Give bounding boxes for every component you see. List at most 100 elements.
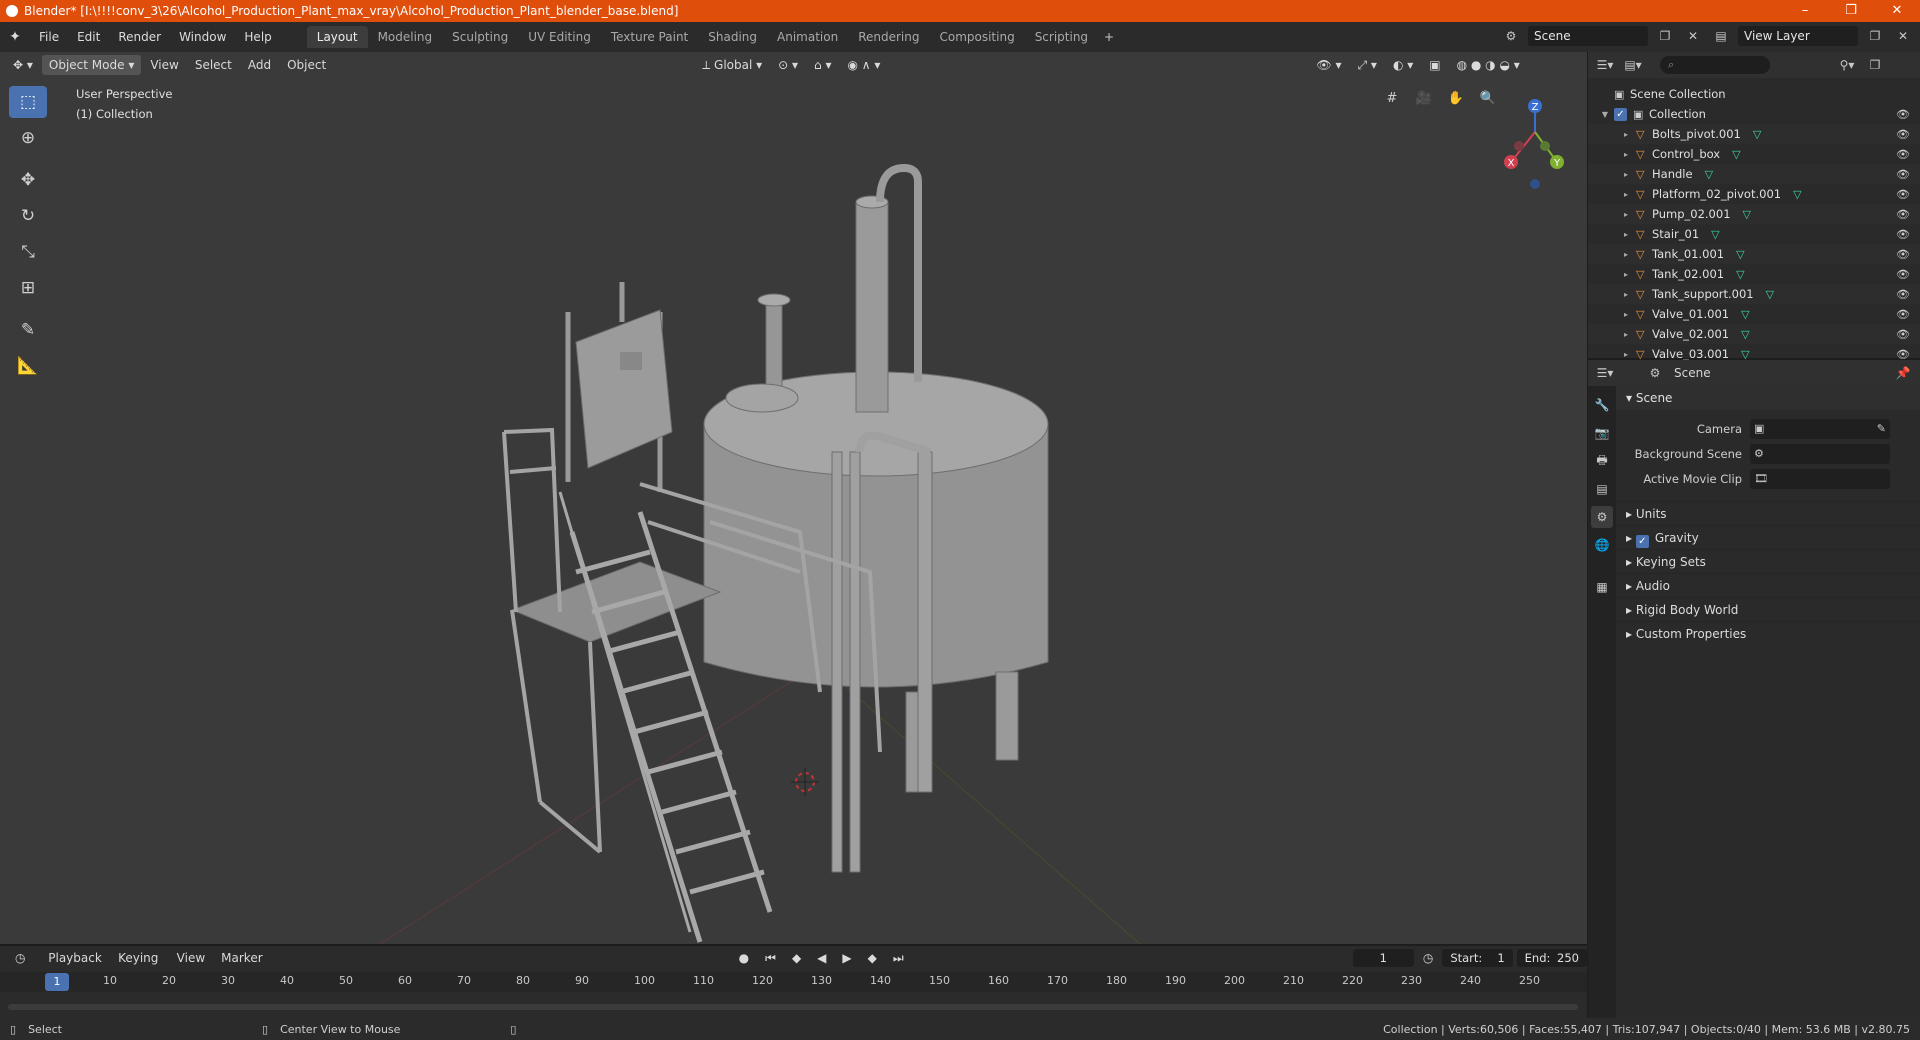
texture-tab-icon[interactable]: ▦ bbox=[1591, 576, 1613, 598]
current-frame-field[interactable]: 1 bbox=[1352, 949, 1414, 967]
visibility-eye-icon[interactable]: 👁 bbox=[1896, 228, 1910, 241]
new-collection-icon[interactable]: ❐ bbox=[1864, 55, 1886, 75]
jump-end-icon[interactable]: ⏭ bbox=[886, 948, 911, 968]
outliner-item[interactable]: ▸ ▽ Valve_01.001 ▽ 👁 bbox=[1588, 304, 1920, 324]
gravity-panel[interactable]: ▸ ✓ Gravity bbox=[1616, 525, 1920, 549]
prev-keyframe-icon[interactable]: ◆ bbox=[785, 948, 808, 968]
timeline-ruler[interactable]: 1 10 20 30 40 50 60 70 80 90 100 110 120 130 140 150 16… bbox=[0, 972, 1587, 992]
outliner-collection[interactable]: ▼ ✓ ▣ Collection 👁 bbox=[1588, 104, 1920, 124]
outliner-item[interactable]: ▸ ▽ Tank_support.001 ▽ 👁 bbox=[1588, 284, 1920, 304]
remove-scene-icon[interactable]: ✕ bbox=[1682, 26, 1704, 46]
outliner-item[interactable]: ▸ ▽ Pump_02.001 ▽ 👁 bbox=[1588, 204, 1920, 224]
visibility-eye-icon[interactable]: 👁 bbox=[1896, 208, 1910, 221]
eyedropper-icon[interactable]: ✎ bbox=[1877, 422, 1890, 435]
close-button[interactable]: ✕ bbox=[1874, 0, 1920, 22]
maximize-button[interactable]: ❐ bbox=[1828, 0, 1874, 22]
units-panel[interactable]: ▸ Units bbox=[1616, 501, 1920, 525]
visibility-eye-icon[interactable]: 👁 bbox=[1896, 348, 1910, 361]
remove-view-layer-icon[interactable]: ✕ bbox=[1892, 26, 1914, 46]
outliner-item[interactable]: ▸ ▽ Valve_02.001 ▽ 👁 bbox=[1588, 324, 1920, 344]
tab-animation[interactable]: Animation bbox=[767, 26, 848, 48]
timeline-view-menu[interactable]: View bbox=[170, 948, 212, 968]
outliner-item[interactable]: ▸ ▽ Handle ▽ 👁 bbox=[1588, 164, 1920, 184]
start-frame-field[interactable]: Start: 1 bbox=[1442, 949, 1513, 967]
filter-icon[interactable]: ⚲▾ bbox=[1836, 55, 1858, 75]
minimize-button[interactable]: – bbox=[1782, 0, 1828, 22]
scene-icon[interactable]: ⚙ bbox=[1500, 26, 1522, 46]
display-mode-icon[interactable]: ▤▾ bbox=[1622, 55, 1644, 75]
playhead[interactable]: 1 bbox=[45, 973, 69, 991]
visibility-eye-icon[interactable]: 👁 bbox=[1896, 168, 1910, 181]
view-layer-tab-icon[interactable]: ▤ bbox=[1591, 478, 1613, 500]
record-icon[interactable]: ● bbox=[732, 948, 756, 968]
playback-menu[interactable]: Playback ▾ bbox=[41, 948, 109, 985]
scene-panel-header[interactable]: ▾ Scene bbox=[1616, 386, 1920, 410]
expand-item-icon[interactable]: ▸ bbox=[1588, 290, 1636, 299]
outliner-item[interactable]: ▸ ▽ Stair_01 ▽ 👁 bbox=[1588, 224, 1920, 244]
collection-eye-icon[interactable]: 👁 bbox=[1896, 108, 1910, 121]
world-tab-icon[interactable]: 🌐 bbox=[1591, 534, 1613, 556]
scene-tab-icon[interactable]: ⚙ bbox=[1591, 506, 1613, 528]
outliner-item[interactable]: ▸ ▽ Tank_01.001 ▽ 👁 bbox=[1588, 244, 1920, 264]
keying-menu[interactable]: Keying ▾ bbox=[111, 948, 168, 985]
outliner-editor-icon[interactable]: ☰▾ bbox=[1594, 55, 1616, 75]
tab-rendering[interactable]: Rendering bbox=[848, 26, 929, 48]
clock-icon[interactable]: ◷ bbox=[1416, 948, 1440, 968]
expand-item-icon[interactable]: ▸ bbox=[1588, 130, 1636, 139]
custom-properties-panel[interactable]: ▸ Custom Properties bbox=[1616, 621, 1920, 645]
marker-menu[interactable]: Marker bbox=[214, 948, 269, 968]
audio-panel[interactable]: ▸ Audio bbox=[1616, 573, 1920, 597]
visibility-eye-icon[interactable]: 👁 bbox=[1896, 328, 1910, 341]
tab-modeling[interactable]: Modeling bbox=[368, 26, 443, 48]
expand-item-icon[interactable]: ▸ bbox=[1588, 190, 1636, 199]
keying-sets-panel[interactable]: ▸ Keying Sets bbox=[1616, 549, 1920, 573]
expand-item-icon[interactable]: ▸ bbox=[1588, 210, 1636, 219]
tab-shading[interactable]: Shading bbox=[698, 26, 767, 48]
new-view-layer-icon[interactable]: ❐ bbox=[1864, 26, 1886, 46]
menu-window[interactable]: Window bbox=[170, 26, 235, 48]
output-tab-icon[interactable]: 🖶 bbox=[1591, 450, 1613, 472]
blender-menu-icon[interactable]: ✦ bbox=[0, 22, 30, 52]
scene-selector[interactable]: Scene bbox=[1528, 26, 1648, 46]
camera-field[interactable]: ▣ ✎ bbox=[1750, 418, 1890, 439]
tab-scripting[interactable]: Scripting bbox=[1025, 26, 1098, 48]
menu-edit[interactable]: Edit bbox=[68, 26, 109, 48]
properties-editor-icon[interactable]: ☰▾ bbox=[1594, 363, 1616, 383]
expand-item-icon[interactable]: ▸ bbox=[1588, 350, 1636, 359]
menu-help[interactable]: Help bbox=[235, 26, 280, 48]
tab-layout[interactable]: Layout bbox=[306, 26, 368, 48]
outliner-item[interactable]: ▸ ▽ Tank_02.001 ▽ 👁 bbox=[1588, 264, 1920, 284]
expand-item-icon[interactable]: ▸ bbox=[1588, 150, 1636, 159]
collection-checkbox[interactable]: ✓ bbox=[1614, 107, 1627, 121]
next-keyframe-icon[interactable]: ◆ bbox=[861, 948, 884, 968]
play-icon[interactable]: ▶ bbox=[835, 948, 858, 968]
expand-item-icon[interactable]: ▸ bbox=[1588, 310, 1636, 319]
expand-item-icon[interactable]: ▸ bbox=[1588, 270, 1636, 279]
outliner-item[interactable]: ▸ ▽ Platform_02_pivot.001 ▽ 👁 bbox=[1588, 184, 1920, 204]
expand-item-icon[interactable]: ▸ bbox=[1588, 230, 1636, 239]
timeline-scrollbar[interactable] bbox=[8, 1004, 1578, 1010]
rigid-body-world-panel[interactable]: ▸ Rigid Body World bbox=[1616, 597, 1920, 621]
outliner-search-input[interactable]: ⌕ bbox=[1660, 56, 1770, 74]
visibility-eye-icon[interactable]: 👁 bbox=[1896, 248, 1910, 261]
visibility-eye-icon[interactable]: 👁 bbox=[1896, 268, 1910, 281]
pin-icon[interactable]: 📌 bbox=[1892, 363, 1914, 383]
expand-collection-icon[interactable]: ▼ bbox=[1588, 110, 1614, 119]
expand-item-icon[interactable]: ▸ bbox=[1588, 250, 1636, 259]
end-frame-field[interactable]: End: 250 bbox=[1516, 949, 1587, 967]
visibility-eye-icon[interactable]: 👁 bbox=[1896, 188, 1910, 201]
visibility-eye-icon[interactable]: 👁 bbox=[1896, 148, 1910, 161]
add-workspace-icon[interactable]: + bbox=[1098, 27, 1120, 47]
expand-item-icon[interactable]: ▸ bbox=[1588, 170, 1636, 179]
gravity-checkbox[interactable]: ✓ bbox=[1635, 535, 1649, 548]
tab-uv-editing[interactable]: UV Editing bbox=[518, 26, 601, 48]
timeline-editor-icon[interactable]: ◷ ▾ bbox=[8, 948, 39, 985]
render-tab-icon[interactable]: 📷 bbox=[1591, 422, 1613, 444]
menu-file[interactable]: File bbox=[30, 26, 68, 48]
view-layer-selector[interactable]: View Layer bbox=[1738, 26, 1858, 46]
new-scene-icon[interactable]: ❐ bbox=[1654, 26, 1676, 46]
background-scene-field[interactable]: ⚙ bbox=[1750, 443, 1890, 464]
outliner-scene-collection[interactable]: ▣ Scene Collection bbox=[1588, 84, 1920, 104]
active-movie-clip-field[interactable]: 🎞 bbox=[1750, 468, 1890, 489]
view-layer-icon[interactable]: ▤ bbox=[1710, 26, 1732, 46]
